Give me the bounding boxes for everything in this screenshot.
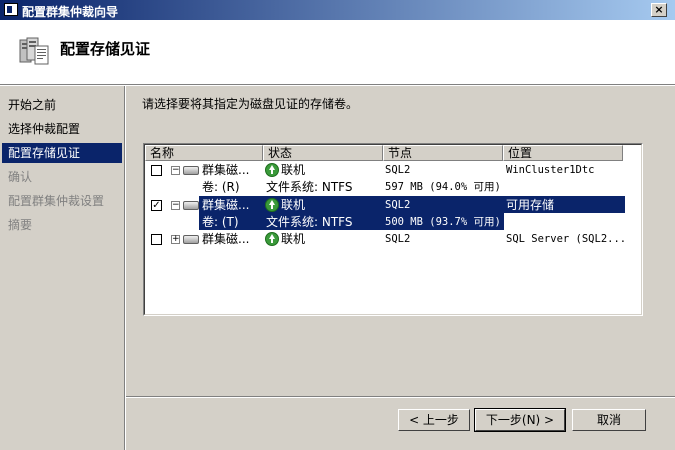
nav-item-select-quorum[interactable]: 选择仲裁配置 (2, 119, 122, 139)
window-title: 配置群集仲裁向导 (22, 5, 119, 19)
previous-button[interactable]: < 上一步 (398, 409, 470, 431)
title-bar: 配置群集仲裁向导 × (0, 0, 675, 20)
row-status: 联机 (281, 232, 306, 246)
wizard-header: 配置存储见证 (0, 20, 675, 85)
cluster-server-icon (19, 37, 49, 65)
page-title: 配置存储见证 (60, 40, 151, 58)
row-checkbox[interactable] (151, 165, 162, 176)
storage-list-frame: 名称 状态 节点 位置 − 群集磁... 联机 SQL2 WinCluster1… (144, 144, 642, 315)
online-status-icon (265, 198, 279, 212)
row-checkbox[interactable] (151, 234, 162, 245)
instruction-text: 请选择要将其指定为磁盘见证的存储卷。 (142, 97, 359, 111)
row-status: 联机 (281, 198, 306, 212)
row-location: WinCluster1Dtc (506, 164, 595, 176)
close-button[interactable]: × (651, 3, 667, 17)
collapse-icon[interactable]: − (171, 166, 180, 175)
disk-icon (183, 201, 199, 210)
disk-icon (183, 166, 199, 175)
row-node: SQL2 (385, 233, 411, 245)
row-status: 联机 (281, 163, 306, 177)
nav-item-summary: 摘要 (8, 218, 33, 232)
nav-item-configure-quorum-settings: 配置群集仲裁设置 (8, 194, 105, 208)
column-header-status[interactable]: 状态 (263, 145, 383, 161)
row-location: SQL Server (SQL2... (506, 233, 627, 245)
disk-icon (183, 235, 199, 244)
online-status-icon (265, 232, 279, 246)
row-name: 群集磁... (202, 198, 250, 212)
footer-divider-highlight (126, 397, 675, 398)
row-volume: 卷: (R) (202, 180, 240, 194)
nav-item-before-you-begin[interactable]: 开始之前 (2, 95, 122, 115)
collapse-icon[interactable]: − (171, 201, 180, 210)
header-divider (0, 85, 675, 86)
next-button[interactable]: 下一步(N) > (474, 408, 566, 432)
row-checkbox-checked[interactable]: ✓ (151, 200, 162, 211)
row-location: 可用存储 (506, 198, 555, 212)
row-node: SQL2 (385, 164, 411, 176)
row-volume: 卷: (T) (202, 215, 239, 229)
nav-item-confirm: 确认 (8, 170, 33, 184)
row-filesystem: 文件系统: NTFS (266, 180, 353, 194)
column-header-name[interactable]: 名称 (145, 145, 263, 161)
nav-item-configure-storage-witness[interactable]: 配置存储见证 (2, 143, 122, 163)
row-size: 597 MB (94.0% 可用) (385, 181, 501, 193)
column-header-location[interactable]: 位置 (503, 145, 623, 161)
column-header-node[interactable]: 节点 (383, 145, 503, 161)
selection-highlight (199, 196, 625, 213)
expand-icon[interactable]: + (171, 235, 180, 244)
window-app-icon (4, 3, 18, 16)
online-status-icon (265, 163, 279, 177)
row-filesystem: 文件系统: NTFS (266, 215, 353, 229)
row-node: SQL2 (385, 199, 411, 211)
row-name: 群集磁... (202, 163, 250, 177)
storage-list[interactable]: 名称 状态 节点 位置 − 群集磁... 联机 SQL2 WinCluster1… (143, 143, 643, 316)
row-size: 500 MB (93.7% 可用) (385, 216, 501, 228)
wizard-nav: 开始之前 选择仲裁配置 配置存储见证 确认 配置群集仲裁设置 摘要 (0, 90, 124, 450)
cancel-button[interactable]: 取消 (572, 409, 646, 431)
row-name: 群集磁... (202, 232, 250, 246)
